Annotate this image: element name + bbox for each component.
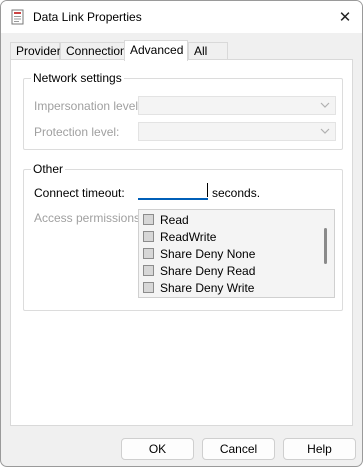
permission-item-read[interactable]: Read [143, 211, 189, 228]
connect-timeout-label: Connect timeout: [34, 186, 125, 200]
advanced-tab-panel: Network settings Impersonation level: Pr… [10, 59, 353, 426]
checkbox[interactable] [143, 231, 154, 242]
checkbox[interactable] [143, 265, 154, 276]
title-bar[interactable]: Data Link Properties ✕ [1, 1, 362, 33]
protection-level-label: Protection level: [34, 125, 120, 139]
protection-level-select[interactable] [138, 122, 336, 141]
connect-timeout-input[interactable] [138, 182, 208, 200]
impersonation-level-select[interactable] [138, 96, 336, 115]
permission-item-share-deny-read[interactable]: Share Deny Read [143, 262, 255, 279]
tab-advanced[interactable]: Advanced [124, 40, 188, 61]
cancel-button[interactable]: Cancel [202, 438, 275, 460]
permission-item-readwrite[interactable]: ReadWrite [143, 228, 216, 245]
close-icon: ✕ [338, 9, 352, 26]
network-settings-group: Network settings Impersonation level: Pr… [23, 71, 343, 150]
data-link-icon [10, 9, 26, 25]
impersonation-level-label: Impersonation level: [34, 99, 142, 113]
other-title: Other [31, 162, 66, 176]
close-button[interactable]: ✕ [328, 1, 362, 33]
network-settings-title: Network settings [31, 71, 124, 85]
other-group: Other Connect timeout: seconds. Access p… [23, 162, 343, 311]
checkbox[interactable] [143, 248, 154, 259]
permission-item-share-deny-write[interactable]: Share Deny Write [143, 279, 254, 296]
dialog-window: Data Link Properties ✕ Provider Connecti… [0, 0, 363, 467]
window-title: Data Link Properties [33, 10, 142, 24]
tab-connection[interactable]: Connection [60, 42, 127, 60]
checkbox[interactable] [143, 282, 154, 293]
tab-all[interactable]: All [188, 42, 228, 60]
access-permissions-label: Access permissions: [34, 211, 144, 225]
chevron-down-icon [320, 102, 330, 108]
help-button[interactable]: Help [283, 438, 356, 460]
tab-provider[interactable]: Provider [10, 42, 61, 60]
seconds-label: seconds. [212, 186, 261, 200]
scroll-thumb[interactable] [324, 228, 327, 264]
checkbox[interactable] [143, 214, 154, 225]
chevron-down-icon [320, 128, 330, 134]
text-caret [207, 183, 208, 197]
access-permissions-list[interactable]: Read ReadWrite Share Deny None Share Den… [138, 209, 335, 298]
list-scrollbar[interactable] [319, 210, 334, 297]
permission-item-share-deny-none[interactable]: Share Deny None [143, 245, 255, 262]
ok-button[interactable]: OK [121, 438, 194, 460]
